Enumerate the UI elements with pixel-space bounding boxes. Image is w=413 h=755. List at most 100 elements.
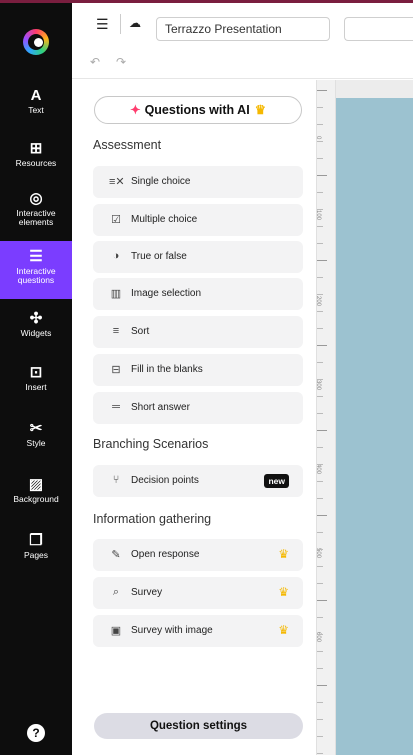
vertical-ruler: 0 100 200 300 400 500 600 — [315, 80, 336, 755]
question-short-answer[interactable]: ═ Short answer — [93, 392, 303, 424]
crown-icon: ♛ — [278, 585, 289, 599]
new-badge: new — [264, 474, 289, 488]
ruler-tick — [317, 685, 327, 686]
ruler-tick — [317, 617, 323, 618]
insert-icon: ⊡ — [29, 364, 43, 381]
ruler-tick — [317, 294, 323, 295]
slide-canvas[interactable] — [336, 98, 413, 755]
ruler-tick — [317, 345, 327, 346]
rail-item-label: Widgets — [20, 328, 52, 338]
checkbox-icon: ☑ — [111, 214, 121, 226]
ruler-tick — [317, 362, 323, 363]
rail-item-insert[interactable]: ⊡ Insert — [0, 365, 72, 401]
question-label: Single choice — [131, 176, 191, 187]
questions-panel: ✦ Questions with AI ♛ Assessment ≡✕ Single… — [72, 80, 316, 755]
history-toolbar: ↶ ↷ — [72, 47, 413, 79]
ruler-tick — [317, 277, 323, 278]
question-label: Decision points — [131, 475, 199, 486]
question-label: Short answer — [131, 402, 190, 413]
question-multiple-choice[interactable]: ☑ Multiple choice — [93, 204, 303, 236]
text-icon: A — [30, 87, 42, 104]
question-image-selection[interactable]: ▥ Image selection — [93, 278, 303, 310]
questions-icon: ☰ — [29, 248, 43, 265]
ruler-tick — [317, 634, 323, 635]
question-label: Survey — [131, 587, 163, 598]
question-label: Multiple choice — [131, 214, 198, 225]
ruler-tick — [317, 651, 323, 652]
question-decision-points[interactable]: ⑂ Decision points new — [93, 465, 303, 497]
ruler-tick — [317, 753, 323, 754]
ruler-tick — [317, 209, 323, 210]
question-label: Open response — [131, 549, 200, 560]
ruler-tick — [317, 430, 327, 431]
questions-with-ai-button[interactable]: ✦ Questions with AI ♛ — [94, 96, 302, 124]
app-logo[interactable] — [23, 29, 49, 55]
ruler-tick — [317, 719, 323, 720]
question-single-choice[interactable]: ≡✕ Single choice — [93, 166, 303, 198]
ruler-tick — [317, 702, 323, 703]
ruler-tick — [317, 600, 327, 601]
style-icon: ✂ — [29, 420, 43, 437]
rail-item-interactive-elements[interactable]: ◎ Interactive elements — [0, 191, 72, 233]
menu-icon[interactable]: ☰ — [96, 16, 109, 33]
ruler-tick — [317, 481, 323, 482]
question-true-or-false[interactable]: ◑ True or false — [93, 241, 303, 273]
question-settings-button[interactable]: Question settings — [94, 713, 303, 739]
rail-item-label: Interactive elements — [16, 208, 56, 227]
question-label: Survey with image — [131, 625, 213, 636]
ruler-tick — [317, 549, 323, 550]
interactive-elements-icon: ◎ — [29, 190, 43, 207]
divider — [120, 14, 121, 34]
open-response-icon: ✎ — [111, 549, 121, 561]
rail-item-widgets[interactable]: ✣ Widgets — [0, 311, 72, 347]
ruler-tick — [317, 260, 327, 261]
ruler-tick — [317, 124, 323, 125]
rail-item-label: Pages — [23, 550, 49, 560]
presentation-title-input[interactable]: Terrazzo Presentation — [156, 17, 330, 41]
rail-item-text[interactable]: A Text — [0, 88, 72, 124]
ruler-tick — [317, 532, 323, 533]
rail-item-label: Insert — [25, 382, 47, 392]
help-icon[interactable]: ? — [27, 724, 45, 742]
rail-item-interactive-questions[interactable]: ☰ Interactive questions — [0, 241, 72, 299]
cloud-icon: ☁ — [129, 16, 141, 30]
ruler-tick — [317, 328, 323, 329]
branch-icon: ⑂ — [112, 474, 120, 486]
survey-icon: ⌕ — [112, 586, 120, 598]
question-survey[interactable]: ⌕ Survey ♛ — [93, 577, 303, 609]
ruler-tick — [317, 396, 323, 397]
sort-icon: ≡ — [112, 325, 120, 337]
question-open-response[interactable]: ✎ Open response ♛ — [93, 539, 303, 571]
ruler-tick — [317, 464, 323, 465]
ruler-tick — [317, 158, 323, 159]
question-sort[interactable]: ≡ Sort — [93, 316, 303, 348]
ruler-tick — [317, 141, 323, 142]
crown-icon: ♛ — [254, 103, 266, 117]
question-label: True or false — [131, 251, 187, 262]
ruler-tick — [317, 175, 327, 176]
pages-icon: ❐ — [29, 532, 43, 549]
question-fill-in-the-blanks[interactable]: ⊟ Fill in the blanks — [93, 354, 303, 386]
true-false-icon: ◑ — [112, 250, 120, 262]
rail-item-label: Resources — [15, 158, 57, 168]
redo-icon[interactable]: ↷ — [116, 55, 126, 69]
rail-item-label: Interactive questions — [16, 266, 56, 285]
ruler-tick — [317, 311, 323, 312]
rail-item-background[interactable]: ▨ Background — [0, 477, 72, 513]
rail-item-pages[interactable]: ❐ Pages — [0, 533, 72, 569]
undo-icon[interactable]: ↶ — [90, 55, 100, 69]
single-choice-icon: ≡✕ — [109, 176, 125, 188]
rail-item-label: Background — [13, 494, 59, 504]
ruler-label: 200 — [315, 296, 321, 307]
question-survey-with-image[interactable]: ▣ Survey with image ♛ — [93, 615, 303, 647]
crown-icon: ♛ — [278, 547, 289, 561]
section-information-gathering: Information gathering — [93, 512, 212, 526]
ruler-tick — [317, 413, 323, 414]
rail-item-style[interactable]: ✂ Style — [0, 421, 72, 457]
rail-item-resources[interactable]: ⊞ Resources — [0, 141, 72, 177]
rail-item-label: Style — [26, 438, 46, 448]
ruler-tick — [317, 379, 323, 380]
ai-button-label: Questions with AI — [144, 103, 250, 117]
top-bar: ☰ ☁ Terrazzo Presentation — [72, 3, 413, 45]
ruler-tick — [317, 192, 323, 193]
